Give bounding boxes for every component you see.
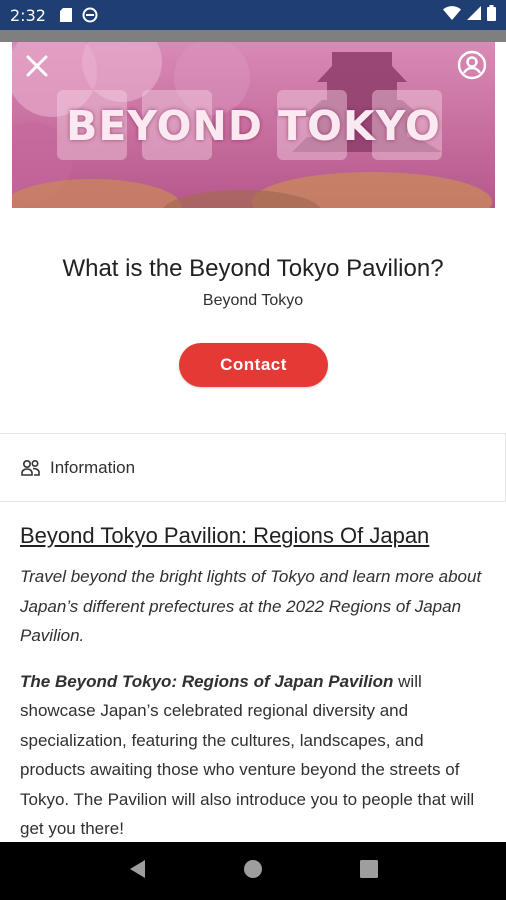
page-top-backdrop (0, 30, 506, 42)
do-not-disturb-icon (82, 7, 98, 23)
account-circle-icon (457, 50, 487, 80)
content-body-bold: The Beyond Tokyo: Regions of Japan Pavil… (20, 671, 394, 691)
people-icon (21, 459, 40, 476)
status-time: 2:32 (10, 5, 46, 25)
status-bar: 2:32 (0, 0, 506, 30)
content-body: The Beyond Tokyo: Regions of Japan Pavil… (20, 667, 490, 844)
recents-icon[interactable] (359, 859, 378, 883)
battery-icon (487, 4, 496, 26)
profile-button[interactable] (457, 50, 487, 80)
content-intro: Travel beyond the bright lights of Tokyo… (20, 567, 482, 645)
content-body-text: will showcase Japan’s celebrated regiona… (20, 671, 475, 839)
close-button[interactable] (23, 52, 51, 80)
contact-button[interactable]: Contact (179, 343, 328, 387)
close-icon (26, 55, 48, 77)
content-heading: Beyond Tokyo Pavilion: Regions Of Japan (20, 523, 430, 548)
page-title: What is the Beyond Tokyo Pavilion? (62, 255, 444, 282)
home-icon[interactable] (243, 859, 263, 884)
content-section: Beyond Tokyo Pavilion: Regions Of Japan … (20, 520, 490, 844)
back-icon[interactable] (128, 859, 146, 884)
sd-card-icon (59, 8, 72, 22)
information-label: Information (50, 457, 136, 477)
hero-banner: BEYOND TOKYO (12, 42, 495, 208)
wifi-icon (443, 5, 461, 25)
information-tab[interactable]: Information (0, 433, 506, 502)
organizer-name: Beyond Tokyo (202, 292, 304, 309)
banner-title: BEYOND TOKYO (66, 102, 441, 150)
signal-icon (467, 5, 481, 25)
navigation-bar (0, 842, 506, 900)
